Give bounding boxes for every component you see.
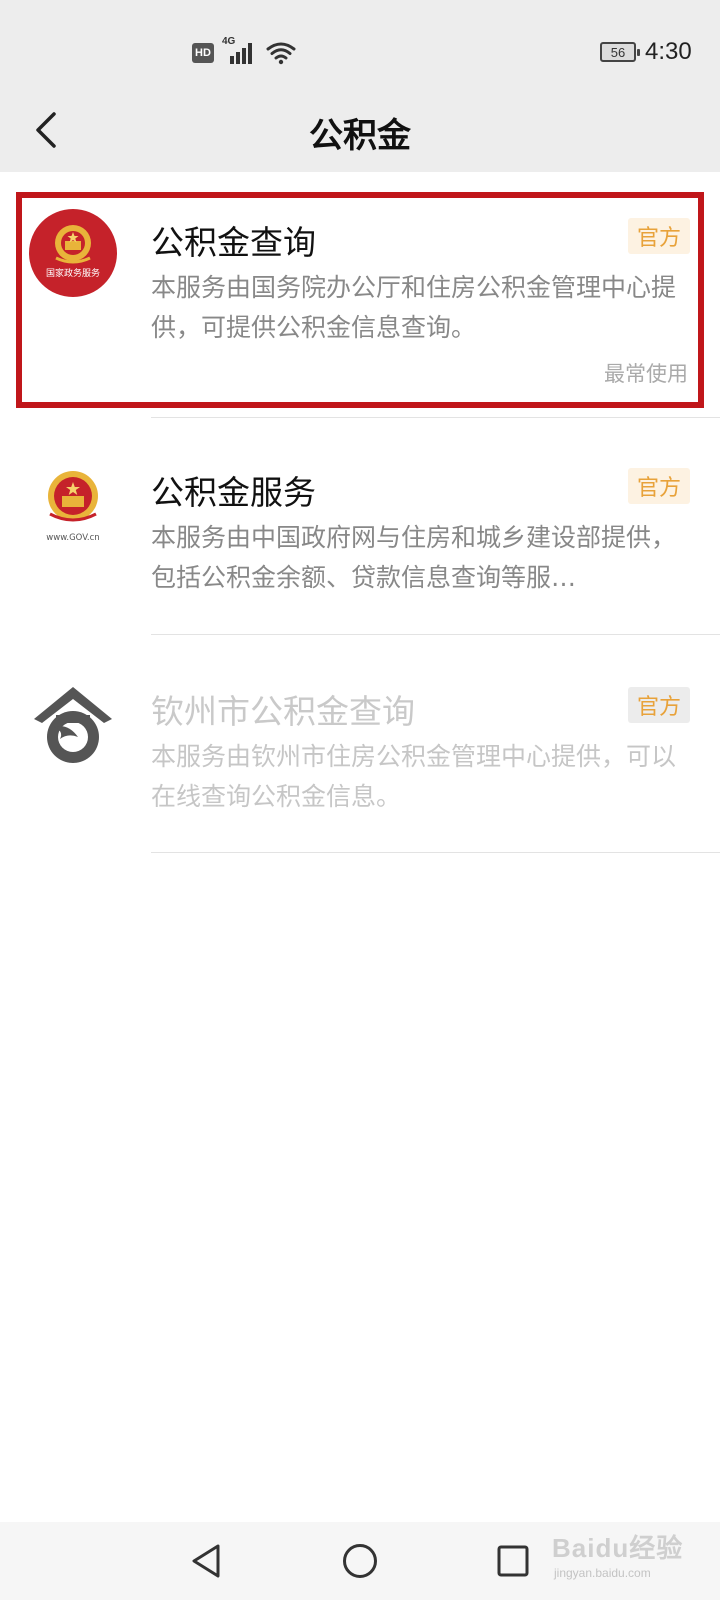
official-badge: 官方 — [627, 468, 690, 504]
wifi-icon — [266, 42, 296, 65]
service-description: 本服务由钦州市住房公积金管理中心提供，可以在线查询公积金信息。 — [151, 742, 677, 811]
official-badge: 官方 — [627, 687, 690, 723]
service-item-gjj-query[interactable]: 国家政务服务 公积金查询 官方 本服务由国务院办公厅和住房公积金管理中心提供，可… — [0, 172, 720, 418]
battery-icon: 56 — [600, 42, 640, 62]
gov-emblem-icon: www.GOV.cn — [46, 471, 100, 543]
triangle-back-icon — [192, 1544, 220, 1578]
service-description: 本服务由中国政府网与住房和城乡建设部提供，包括公积金余额、贷款信息查询等服… — [151, 523, 677, 592]
status-icons: HD 4G — [192, 36, 296, 68]
page-title: 公积金 — [309, 116, 411, 156]
service-item-qinzhou-gjj-query[interactable]: 钦州市公积金查询 官方 本服务由钦州市住房公积金管理中心提供，可以在线查询公积金… — [0, 635, 720, 853]
cellular-signal-icon: 4G — [222, 36, 258, 66]
watermark-brand: Baidu经验 — [552, 1533, 684, 1563]
app-header: 公积金 — [0, 90, 720, 172]
nav-home-button[interactable] — [337, 1538, 383, 1584]
divider — [151, 852, 720, 853]
network-type-label: 4G — [222, 36, 236, 47]
battery-level: 56 — [610, 44, 626, 60]
service-list: 国家政务服务 公积金查询 官方 本服务由国务院办公厅和住房公积金管理中心提供，可… — [0, 172, 720, 853]
national-emblem-icon: 国家政务服务 — [29, 209, 117, 297]
svg-text:www.GOV.cn: www.GOV.cn — [46, 533, 99, 543]
hd-icon: HD — [192, 43, 214, 63]
service-title: 钦州市公积金查询 — [151, 692, 415, 731]
svg-text:国家政务服务: 国家政务服务 — [46, 267, 100, 279]
status-bar: HD 4G 56 4:30 — [0, 0, 720, 90]
watermark-url: jingyan.baidu.com — [554, 1566, 651, 1580]
square-recent-icon — [497, 1545, 529, 1577]
status-time: 4:30 — [645, 38, 692, 65]
baidu-jingyan-watermark: Baidu经验 jingyan.baidu.com — [552, 1528, 702, 1590]
circle-home-icon — [343, 1544, 377, 1578]
official-badge: 官方 — [627, 218, 690, 254]
nav-back-button[interactable] — [183, 1538, 229, 1584]
nav-recents-button[interactable] — [490, 1538, 536, 1584]
housing-fund-house-icon — [34, 687, 112, 763]
service-title: 公积金查询 — [151, 223, 316, 262]
most-used-label: 最常使用 — [604, 362, 688, 386]
service-item-gjj-service[interactable]: www.GOV.cn 公积金服务 官方 本服务由中国政府网与住房和城乡建设部提供… — [0, 418, 720, 635]
service-title: 公积金服务 — [151, 473, 316, 512]
service-description: 本服务由国务院办公厅和住房公积金管理中心提供，可提供公积金信息查询。 — [151, 273, 677, 342]
